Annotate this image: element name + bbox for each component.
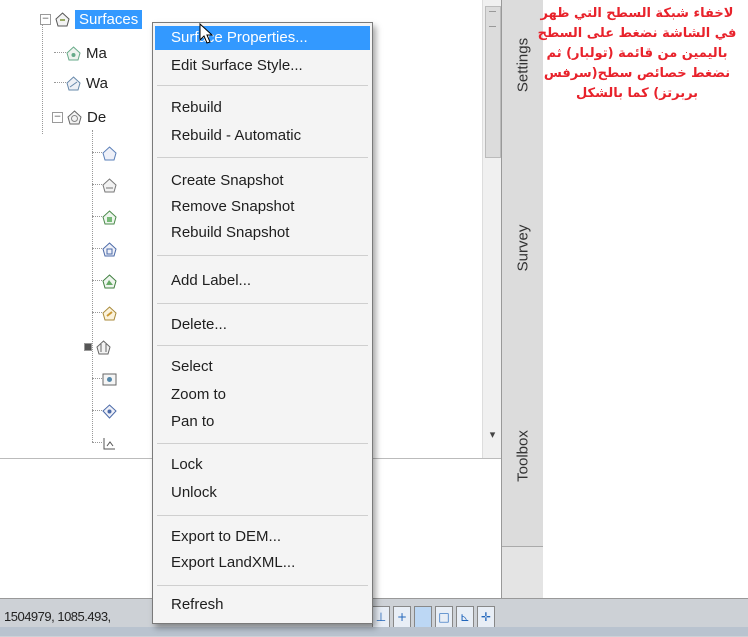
tree-node-definition-item[interactable] [102, 238, 117, 260]
tree-node-definition-item[interactable] [102, 270, 117, 292]
collapse-icon[interactable]: − [40, 13, 51, 25]
menu-item-rebuild-snapshot[interactable]: Rebuild Snapshot [155, 221, 370, 245]
tab-label: Toolbox [514, 430, 531, 482]
tree-node-definition-item[interactable] [102, 432, 117, 454]
tree-connector [92, 152, 102, 153]
collapse-icon[interactable]: − [52, 111, 63, 123]
tree-node-child[interactable]: − De [52, 106, 106, 128]
tree-node-definition-item[interactable] [102, 368, 117, 390]
tree-node-child[interactable]: Wa [66, 72, 108, 94]
tree-node-definition-item[interactable] [102, 142, 117, 164]
context-menu: Surface Properties... Edit Surface Style… [152, 22, 373, 624]
tree-node-child[interactable]: Ma [66, 42, 107, 64]
definition-item-icon [102, 305, 117, 320]
instruction-annotation: لاخفاء شبكة السطح التي ظهر في الشاشة نضغ… [537, 6, 737, 101]
tree-node-label: De [87, 108, 107, 126]
tree-node-definition-item[interactable] [102, 174, 117, 196]
tree-connector [92, 442, 102, 443]
menu-separator [157, 345, 368, 346]
tree-connector [92, 248, 102, 249]
definition-item-icon [102, 403, 117, 419]
expand-icon[interactable] [84, 343, 92, 351]
surface-icon [66, 75, 81, 90]
tree-node-definition-item[interactable] [102, 206, 117, 228]
tree-connector [92, 184, 102, 185]
taskbar-strip [0, 627, 748, 636]
grip-icon [489, 11, 496, 27]
definition-item-icon [103, 437, 115, 449]
surface-folder-icon [55, 11, 70, 26]
tree-connector [92, 312, 102, 313]
menu-item-create-snapshot[interactable]: Create Snapshot [155, 169, 370, 193]
coordinate-readout: 1504979, 1085.493, [4, 609, 111, 624]
menu-item-edit-surface-style[interactable]: Edit Surface Style... [155, 54, 370, 78]
menu-item-rebuild-automatic[interactable]: Rebuild - Automatic [155, 124, 370, 148]
polar-icon[interactable]: □ [435, 606, 453, 628]
menu-separator [157, 303, 368, 304]
menu-separator [157, 255, 368, 256]
menu-item-lock[interactable]: Lock [155, 453, 370, 477]
menu-item-add-label[interactable]: Add Label... [155, 269, 370, 293]
menu-separator [157, 515, 368, 516]
menu-item-zoom-to[interactable]: Zoom to [155, 383, 370, 407]
menu-item-rebuild[interactable]: Rebuild [155, 96, 370, 120]
tree-scrollbar[interactable]: ▾ [482, 0, 502, 458]
menu-item-unlock[interactable]: Unlock [155, 481, 370, 505]
menu-item-export-to-dem[interactable]: Export to DEM... [155, 525, 370, 549]
menu-item-delete[interactable]: Delete... [155, 313, 370, 337]
tree-node-definition-item[interactable] [102, 400, 117, 422]
tab-survey[interactable]: Survey [502, 130, 543, 367]
menu-separator [157, 85, 368, 86]
menu-item-select[interactable]: Select [155, 355, 370, 379]
menu-separator [157, 157, 368, 158]
definition-item-icon [102, 273, 117, 288]
tab-label: Survey [514, 224, 531, 272]
menu-item-surface-properties[interactable]: Surface Properties... [155, 26, 370, 50]
tree-connector [92, 216, 102, 217]
scroll-down-arrow-icon[interactable]: ▾ [483, 428, 502, 441]
scrollbar-thumb[interactable] [485, 6, 501, 158]
tree-node-label: Surfaces [75, 9, 143, 29]
tree-node-surfaces[interactable]: − Surfaces [40, 8, 143, 30]
tree-connector [42, 22, 43, 134]
tab-toolbox[interactable]: Toolbox [502, 366, 543, 547]
definition-item-icon [102, 145, 117, 160]
menu-item-pan-to[interactable]: Pan to [155, 410, 370, 434]
menu-separator [157, 443, 368, 444]
tree-connector [92, 280, 102, 281]
ortho-icon[interactable] [414, 606, 432, 628]
menu-separator [157, 585, 368, 586]
definition-item-icon [96, 339, 111, 354]
menu-item-refresh[interactable]: Refresh [155, 593, 370, 617]
snap-icon[interactable]: ⊥ [372, 606, 390, 628]
osnap-icon[interactable]: ⊾ [456, 606, 474, 628]
definition-item-icon [102, 241, 117, 256]
tree-node-definition-item[interactable] [102, 302, 117, 324]
menu-item-remove-snapshot[interactable]: Remove Snapshot [155, 195, 370, 219]
grid-icon[interactable]: + [393, 606, 411, 628]
tree-node-definition-item[interactable] [84, 336, 111, 358]
definition-item-icon [102, 177, 117, 192]
definition-icon [67, 109, 82, 124]
status-toolbar: ⊥ + □ ⊾ ✛ [372, 606, 495, 628]
mouse-pointer-icon [199, 22, 214, 44]
tree-connector [92, 378, 102, 379]
tree-node-label: Ma [86, 44, 107, 62]
surface-icon [66, 45, 81, 60]
tree-node-label: Wa [86, 74, 108, 92]
tree-connector [92, 130, 93, 442]
menu-item-export-landxml[interactable]: Export LandXML... [155, 551, 370, 575]
tree-connector [92, 410, 102, 411]
otrack-icon[interactable]: ✛ [477, 606, 495, 628]
definition-item-icon [102, 373, 117, 385]
definition-item-icon [102, 209, 117, 224]
